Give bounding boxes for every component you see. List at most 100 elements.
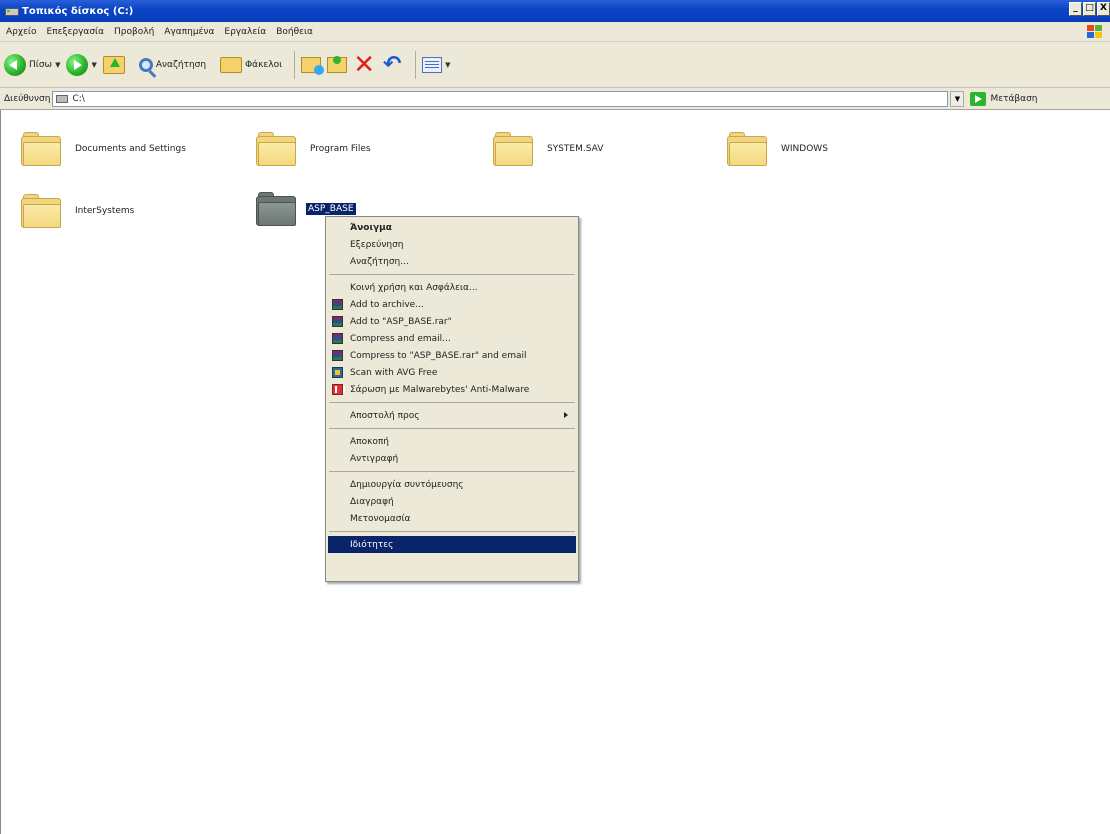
forward-arrow-icon	[66, 53, 89, 76]
menu-file[interactable]: Αρχείο	[6, 27, 37, 37]
avg-icon	[332, 367, 343, 378]
windows-logo-icon	[1087, 25, 1102, 38]
folder-icon	[256, 132, 296, 166]
undo-button[interactable]: ↶	[381, 51, 403, 77]
menu-separator	[329, 402, 575, 403]
up-folder-button[interactable]	[102, 55, 125, 74]
winrar-icon	[332, 299, 343, 310]
menu-item-explore[interactable]: Εξερεύνηση	[328, 236, 576, 253]
undo-icon: ↶	[382, 51, 402, 77]
folder-icon	[21, 194, 61, 228]
folder-item[interactable]: Program Files	[256, 132, 371, 166]
chevron-down-icon[interactable]: ▼	[445, 61, 450, 69]
folder-item[interactable]: SYSTEM.SAV	[493, 132, 603, 166]
window-title: Τοπικός δίσκος (C:)	[22, 5, 134, 17]
folder-item[interactable]: Documents and Settings	[21, 132, 186, 166]
menu-item-compress-rar-email[interactable]: Compress to "ASP_BASE.rar" and email	[328, 347, 576, 364]
go-button[interactable]: Μετάβαση	[990, 94, 1037, 104]
toolbar-separator	[415, 50, 417, 79]
menu-item-scan-avg[interactable]: Scan with AVG Free	[328, 364, 576, 381]
go-arrow-icon[interactable]	[970, 91, 987, 106]
winrar-icon	[332, 350, 343, 361]
chevron-down-icon[interactable]: ▼	[55, 61, 60, 69]
drive-icon	[4, 6, 19, 16]
title-bar: Τοπικός δίσκος (C:) _ □ X	[0, 0, 1110, 22]
close-button[interactable]: X	[1097, 2, 1110, 16]
folder-label: Program Files	[310, 144, 371, 154]
menu-item-properties[interactable]: Ιδιότητες	[328, 536, 576, 553]
menu-item-compress-email[interactable]: Compress and email...	[328, 330, 576, 347]
folder-label: ASP_BASE	[306, 203, 356, 215]
menu-item-add-archive[interactable]: Add to archive...	[328, 296, 576, 313]
menu-favorites[interactable]: Αγαπημένα	[164, 27, 214, 37]
menu-separator	[329, 428, 575, 429]
folder-icon	[727, 132, 767, 166]
back-arrow-icon	[4, 53, 26, 76]
menu-item-label: Scan with AVG Free	[350, 367, 438, 378]
menu-item-label: Αποστολή προς	[350, 410, 420, 421]
menu-item-copy[interactable]: Αντιγραφή	[328, 450, 576, 467]
folder-item[interactable]: InterSystems	[21, 194, 134, 228]
folder-label: InterSystems	[75, 206, 135, 216]
copy-to-icon	[327, 55, 348, 73]
search-label: Αναζήτηση	[155, 59, 207, 70]
menu-view[interactable]: Προβολή	[114, 27, 154, 37]
menu-item-cut[interactable]: Αποκοπή	[328, 433, 576, 450]
address-input[interactable]: C:\	[52, 90, 949, 107]
up-folder-icon	[102, 55, 125, 74]
winrar-icon	[332, 316, 343, 327]
address-dropdown-button[interactable]: ▼	[950, 90, 965, 107]
menu-item-add-rar[interactable]: Add to "ASP_BASE.rar"	[328, 313, 576, 330]
folder-icon	[256, 192, 296, 226]
menu-item-label: Compress and email...	[350, 333, 451, 344]
views-icon	[422, 56, 443, 73]
address-value: C:\	[72, 93, 85, 104]
menu-item-send-to[interactable]: Αποστολή προς	[328, 407, 576, 424]
menu-item-scan-malwarebytes[interactable]: Σάρωση με Malwarebytes' Anti-Malware	[328, 381, 576, 398]
menu-separator	[329, 274, 575, 275]
maximize-button[interactable]: □	[1083, 2, 1096, 16]
menu-separator	[329, 531, 575, 532]
address-label: Διεύθυνση	[4, 93, 51, 104]
menu-bar: Αρχείο Επεξεργασία Προβολή Αγαπημένα Εργ…	[0, 22, 1110, 42]
menu-item-create-shortcut[interactable]: Δημιουργία συντόμευσης	[328, 476, 576, 493]
back-label: Πίσω	[29, 59, 53, 70]
views-button[interactable]: ▼	[422, 56, 451, 73]
toolbar-separator	[294, 50, 296, 79]
folders-label: Φάκελοι	[245, 59, 283, 70]
folder-label: WINDOWS	[781, 144, 828, 154]
folders-button[interactable]: Φάκελοι	[212, 56, 283, 73]
back-button[interactable]: Πίσω ▼	[4, 53, 60, 76]
copy-to-button[interactable]	[327, 55, 348, 73]
delete-button[interactable]: ✕	[353, 49, 376, 80]
address-bar: Διεύθυνση C:\ ▼ Μετάβαση	[0, 88, 1110, 110]
search-icon	[138, 57, 153, 72]
menu-item-delete[interactable]: Διαγραφή	[328, 493, 576, 510]
toolbar: Πίσω ▼ ▼ Αναζήτηση Φάκελοι ✕ ↶ ▼	[0, 42, 1110, 88]
menu-item-open[interactable]: Άνοιγμα	[328, 219, 576, 236]
menu-tools[interactable]: Εργαλεία	[224, 27, 266, 37]
winrar-icon	[332, 333, 343, 344]
chevron-right-icon	[564, 412, 568, 418]
move-to-button[interactable]	[301, 56, 325, 75]
folder-label: SYSTEM.SAV	[547, 144, 604, 154]
delete-x-icon: ✕	[353, 49, 376, 80]
menu-separator	[329, 471, 575, 472]
folder-icon	[21, 132, 61, 166]
menu-item-sharing[interactable]: Κοινή χρήση και Ασφάλεια...	[328, 279, 576, 296]
chevron-down-icon[interactable]: ▼	[91, 61, 96, 69]
drive-icon	[56, 94, 69, 103]
move-to-icon	[301, 56, 325, 75]
forward-button[interactable]: ▼	[66, 53, 97, 76]
search-button[interactable]: Αναζήτηση	[131, 57, 207, 72]
menu-edit[interactable]: Επεξεργασία	[47, 27, 105, 37]
menu-item-label: Add to "ASP_BASE.rar"	[350, 316, 452, 327]
menu-item-rename[interactable]: Μετονομασία	[328, 510, 576, 527]
menu-item-label: Add to archive...	[350, 299, 424, 310]
folder-item[interactable]: WINDOWS	[727, 132, 828, 166]
context-menu: Άνοιγμα Εξερεύνηση Αναζήτηση... Κοινή χρ…	[325, 216, 579, 582]
malwarebytes-icon	[332, 384, 345, 395]
menu-item-search[interactable]: Αναζήτηση...	[328, 253, 576, 270]
minimize-button[interactable]: _	[1069, 2, 1082, 16]
menu-help[interactable]: Βοήθεια	[276, 27, 313, 37]
